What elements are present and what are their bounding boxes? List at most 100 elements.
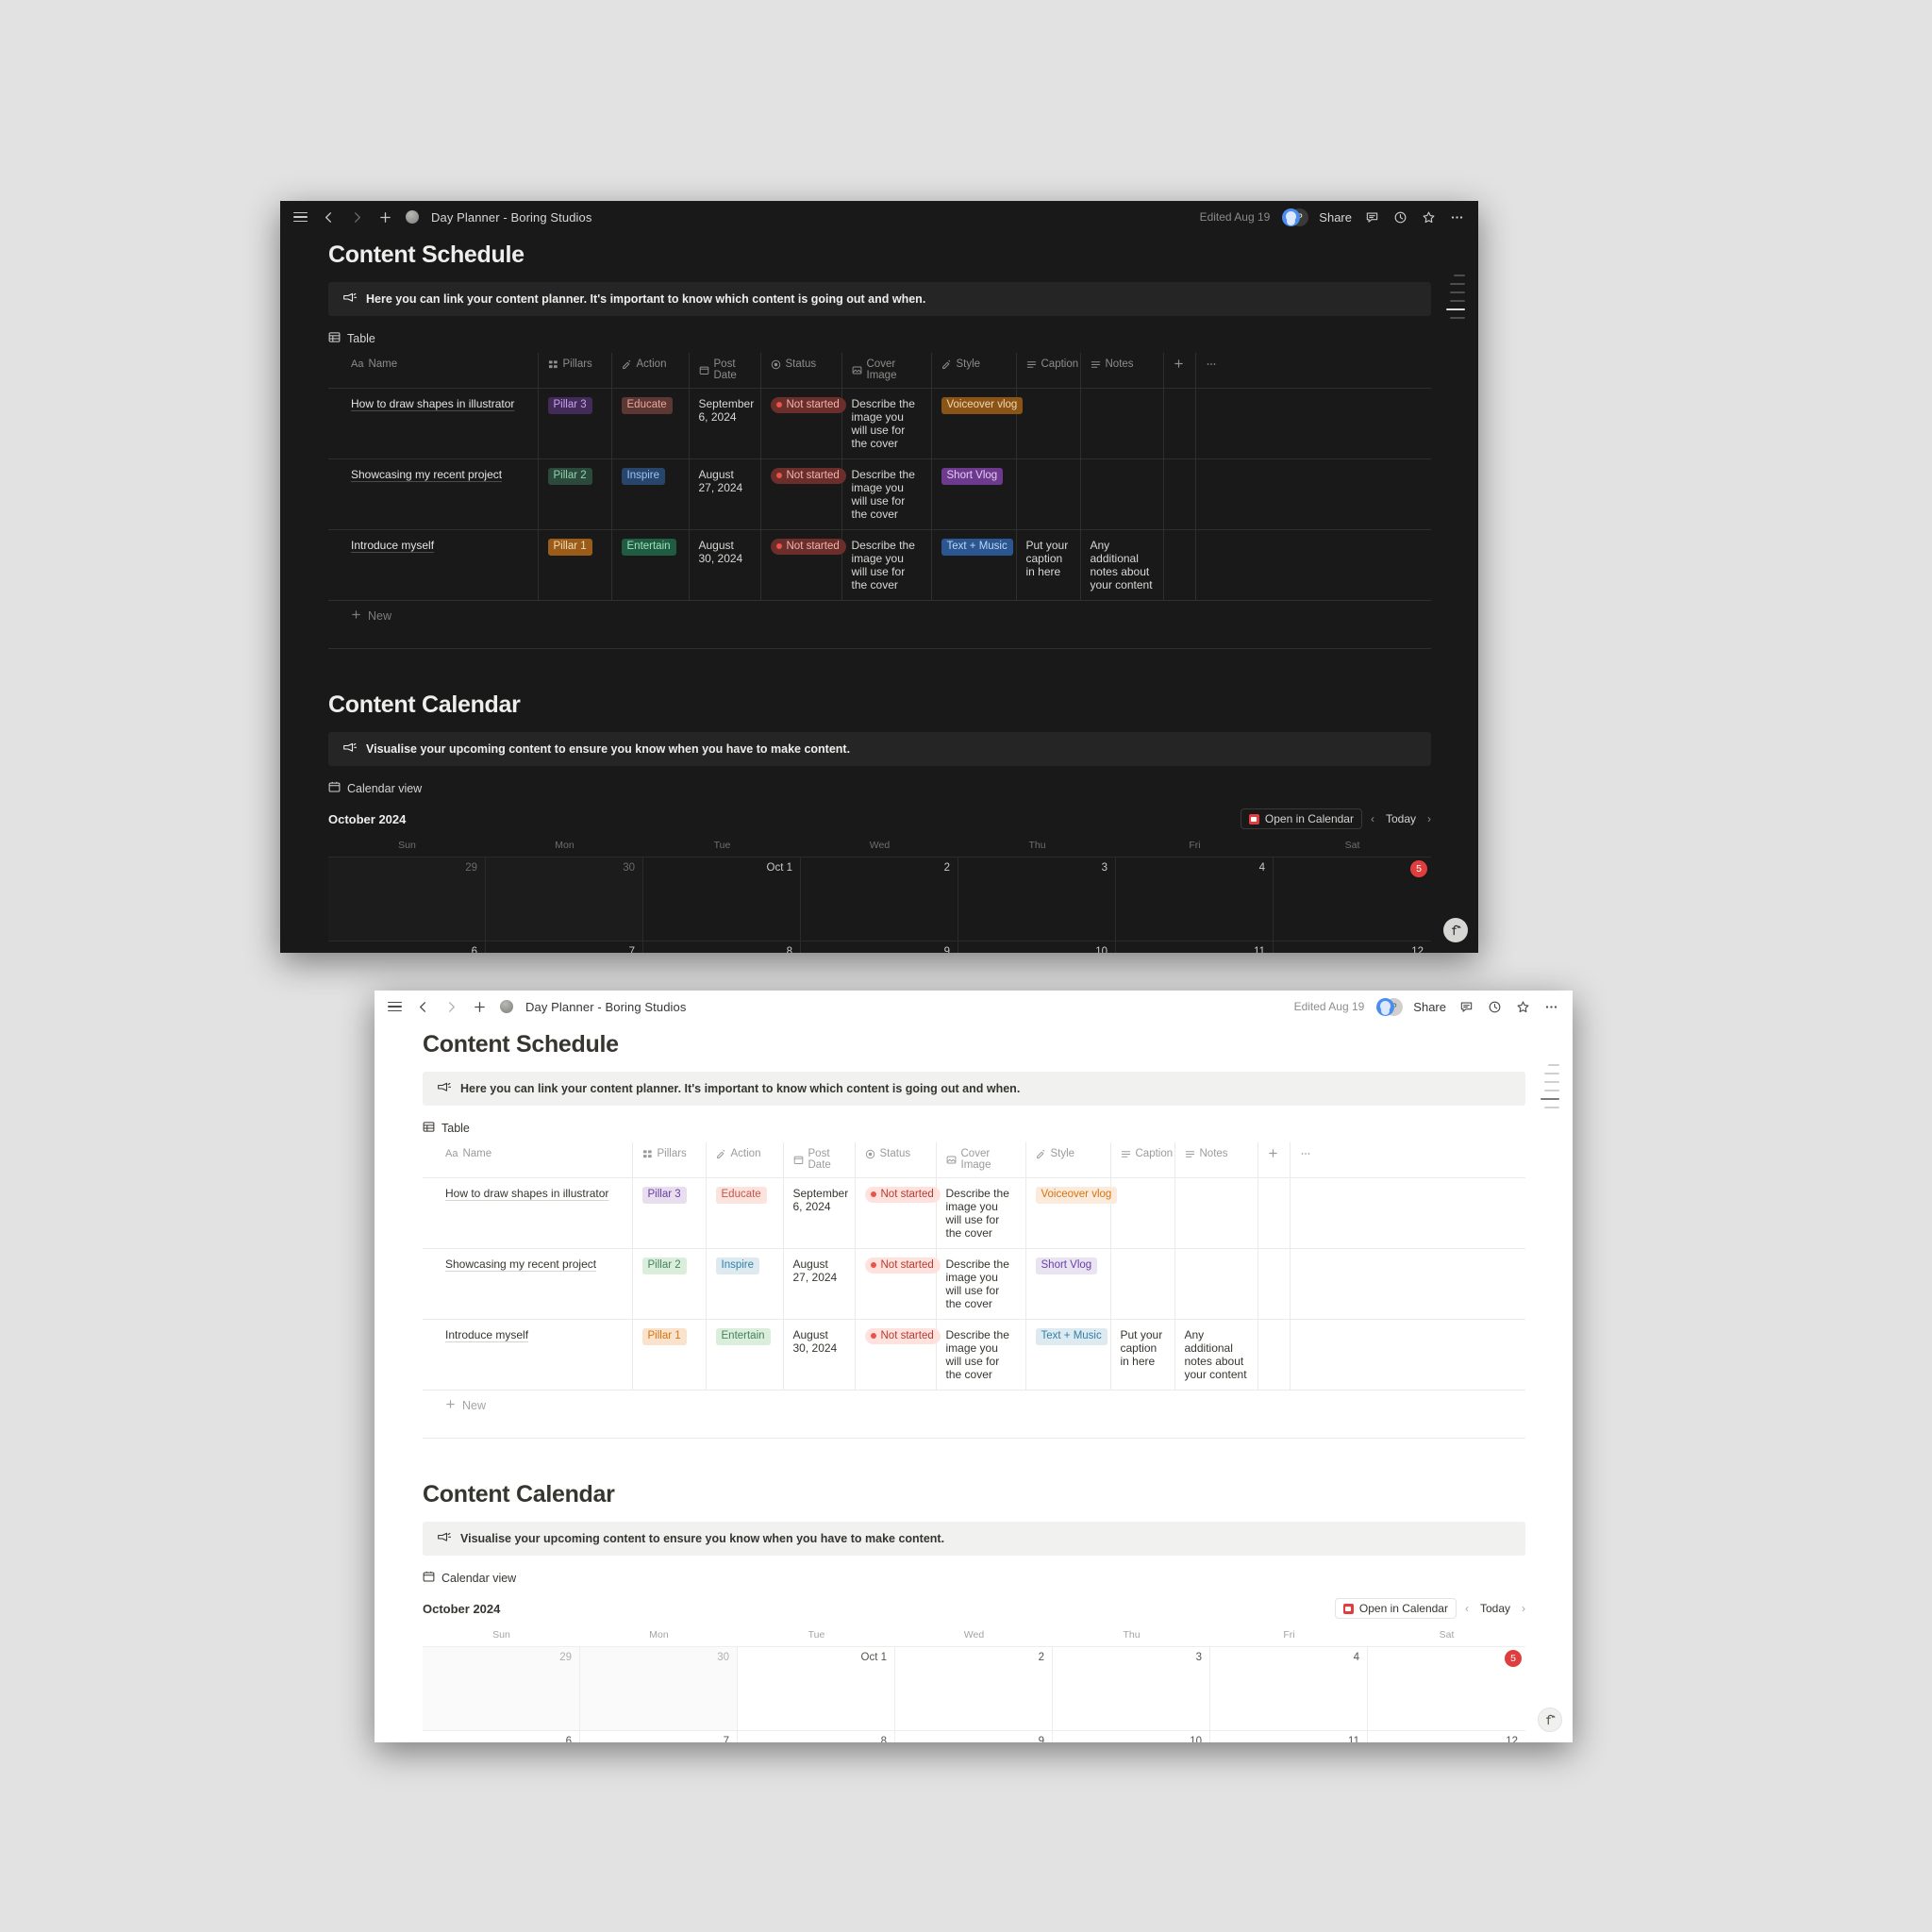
cell-cover-image[interactable]: Describe the image you will use for the … [841,388,932,459]
chevron-right-icon[interactable]: › [1427,812,1431,825]
tag[interactable]: Entertain [715,1328,771,1346]
cell-caption[interactable]: Put your caption in here [1110,1319,1175,1391]
chevron-left-icon[interactable]: ‹ [1371,812,1374,825]
calendar-day-cell[interactable]: 29 [328,857,486,941]
table-of-contents-rail[interactable] [1541,1064,1559,1108]
cell-status[interactable]: Not started [855,1319,941,1391]
plus-icon[interactable] [472,999,488,1015]
cell-notes[interactable] [1174,1248,1258,1320]
add-column-button[interactable] [1257,1142,1291,1178]
table-block-label[interactable]: Table [328,331,1431,353]
calendar-day-cell[interactable]: 12 [1368,1730,1525,1742]
comment-icon[interactable] [1364,209,1380,225]
back-arrow-icon[interactable] [321,209,337,225]
column-header-post-date[interactable]: Post Date [783,1142,856,1178]
cell-action[interactable]: Entertain [611,529,690,601]
column-header-cover-image[interactable]: Cover Image [841,353,932,389]
cell-notes[interactable] [1080,388,1164,459]
cell-cover-image[interactable]: Describe the image you will use for the … [936,1177,1026,1249]
calendar-day-cell[interactable]: 29 [423,1646,580,1730]
cell-spacer[interactable] [1290,1319,1525,1391]
cell-spacer[interactable] [1195,388,1431,459]
cell-spacer[interactable] [1163,388,1196,459]
cell-style[interactable]: Short Vlog [1025,1248,1111,1320]
today-button[interactable]: Today [1477,1602,1513,1615]
cell-status[interactable]: Not started [855,1177,941,1249]
calendar-day-cell[interactable]: 8 [643,941,801,953]
calendar-day-cell[interactable]: 4 [1116,857,1274,941]
tag[interactable]: Text + Music [1035,1328,1108,1346]
tag[interactable]: Educate [715,1187,767,1205]
column-header-notes[interactable]: Notes [1174,1142,1258,1178]
column-header-caption[interactable]: Caption [1016,353,1081,389]
add-column-button[interactable] [1163,353,1196,389]
cell-pillars[interactable]: Pillar 1 [538,529,612,601]
column-header-notes[interactable]: Notes [1080,353,1164,389]
cell-spacer[interactable] [1257,1177,1291,1249]
cell-status[interactable]: Not started [760,529,846,601]
calendar-day-cell[interactable]: 10 [1053,1730,1210,1742]
calendar-day-cell[interactable]: 2 [801,857,958,941]
tag[interactable]: Short Vlog [941,468,1004,486]
status-badge[interactable]: Not started [770,468,846,484]
cell-style[interactable]: Text + Music [1025,1319,1111,1391]
tag[interactable]: Entertain [621,539,676,557]
cell-spacer[interactable] [1290,1248,1525,1320]
tag[interactable]: Inspire [621,468,666,486]
cell-pillars[interactable]: Pillar 2 [538,458,612,530]
open-in-calendar-button[interactable]: Open in Calendar [1240,808,1362,829]
calendar-day-cell[interactable]: 11 [1210,1730,1368,1742]
table-row[interactable]: How to draw shapes in illustrator Pillar … [423,1177,1525,1249]
cell-post-date[interactable]: September 6, 2024 [689,388,761,459]
cell-caption[interactable] [1110,1248,1175,1320]
calendar-day-cell[interactable]: 7 [580,1730,738,1742]
chevron-left-icon[interactable]: ‹ [1465,1602,1469,1615]
hamburger-icon[interactable] [292,209,308,225]
breadcrumb-doc-title[interactable]: Day Planner - Boring Studios [525,1000,686,1014]
add-new-row-button[interactable]: New [423,1391,1525,1421]
clock-icon[interactable] [1392,209,1408,225]
tag[interactable]: Inspire [715,1257,760,1275]
cell-spacer[interactable] [1195,458,1431,530]
cell-action[interactable]: Inspire [611,458,690,530]
calendar-day-cell[interactable]: 8 [738,1730,895,1742]
cell-status[interactable]: Not started [760,458,846,530]
cell-spacer[interactable] [1257,1248,1291,1320]
table-block-label[interactable]: Table [423,1121,1525,1142]
chevron-right-icon[interactable]: › [1522,1602,1525,1615]
plus-icon[interactable] [377,209,393,225]
cell-pillars[interactable]: Pillar 1 [632,1319,707,1391]
table-row[interactable]: How to draw shapes in illustrator Pillar … [328,388,1431,459]
star-icon[interactable] [1421,209,1437,225]
cell-action[interactable]: Inspire [706,1248,784,1320]
tag[interactable]: Pillar 3 [641,1187,687,1205]
calendar-day-cell[interactable]: 3 [958,857,1116,941]
calendar-day-cell[interactable]: 9 [801,941,958,953]
cell-pillars[interactable]: Pillar 3 [632,1177,707,1249]
cell-post-date[interactable]: August 30, 2024 [689,529,761,601]
calendar-day-cell[interactable]: Oct 1 [643,857,801,941]
cell-name[interactable]: Introduce myself [328,529,539,601]
cell-post-date[interactable]: August 30, 2024 [783,1319,856,1391]
today-button[interactable]: Today [1383,812,1419,825]
share-button[interactable]: Share [1319,210,1352,225]
calendar-day-cell[interactable]: 7 [486,941,643,953]
cell-style[interactable]: Short Vlog [931,458,1017,530]
status-badge[interactable]: Not started [864,1187,941,1203]
add-new-row-button[interactable]: New [328,601,1431,631]
help-assistant-button[interactable] [1443,918,1468,942]
column-header-name[interactable]: Aa Name [423,1142,633,1178]
calendar-day-cell[interactable]: 6 [423,1730,580,1742]
avatar-group[interactable]: P [1282,208,1309,226]
comment-icon[interactable] [1458,999,1474,1015]
calendar-day-cell[interactable]: 30 [580,1646,738,1730]
calendar-block-label[interactable]: Calendar view [423,1571,1525,1592]
calendar-day-cell[interactable]: Oct 1 [738,1646,895,1730]
table-row[interactable]: Introduce myself Pillar 1 Entertain August … [423,1319,1525,1391]
cell-action[interactable]: Entertain [706,1319,784,1391]
column-header-name[interactable]: Aa Name [328,353,539,389]
calendar-day-cell[interactable]: 9 [895,1730,1053,1742]
table-row[interactable]: Showcasing my recent project Pillar 2 Insp… [328,458,1431,530]
calendar-day-cell[interactable]: 3 [1053,1646,1210,1730]
calendar-block-label[interactable]: Calendar view [328,781,1431,803]
